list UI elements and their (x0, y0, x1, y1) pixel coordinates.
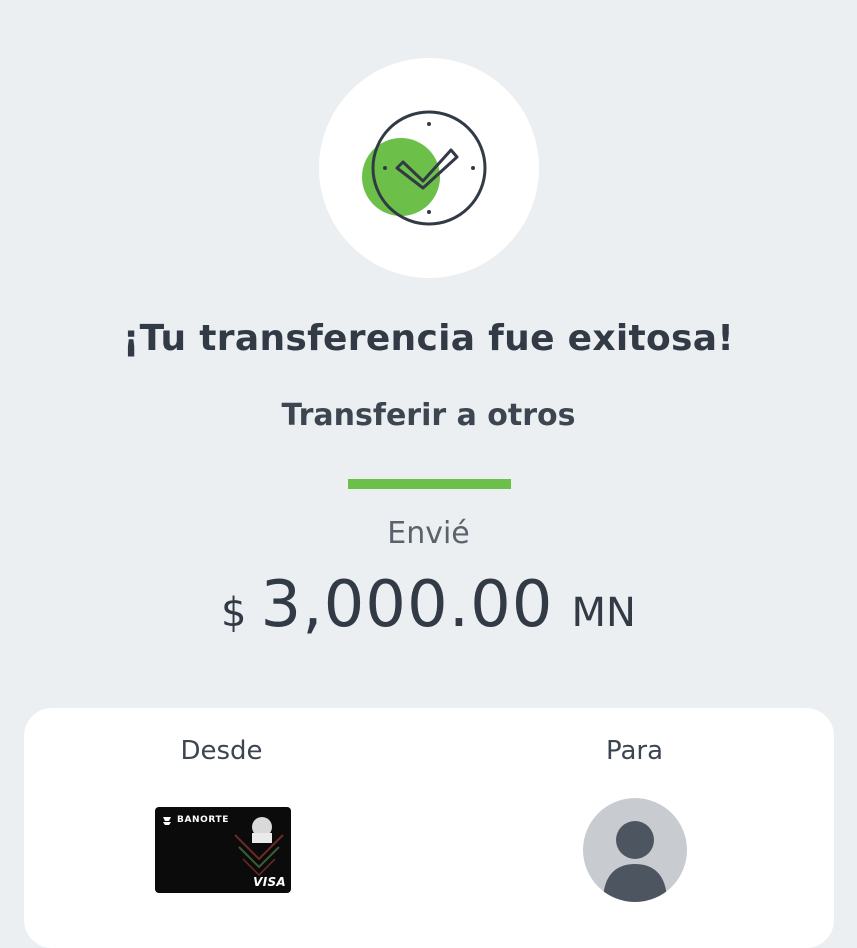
amount-display: $3,000.00 MN (0, 568, 857, 642)
amount-value: 3,000.00 (260, 568, 554, 642)
card-network-logo: VISA (253, 875, 286, 889)
accent-divider (348, 479, 511, 489)
source-bank-card: BANORTE VISA (155, 807, 291, 893)
user-avatar-icon (603, 821, 667, 902)
recipient-avatar (583, 798, 687, 902)
from-label: Desde (180, 736, 263, 766)
transfer-details-panel: Desde Para BANORTE VISA (24, 708, 834, 948)
currency-sign: $ (221, 590, 247, 636)
currency-code: MN (571, 590, 636, 636)
success-icon-circle (319, 58, 539, 278)
to-label: Para (605, 736, 664, 766)
transfer-type-subtitle: Transferir a otros (281, 398, 576, 433)
sent-label: Envié (387, 516, 470, 551)
clock-check-icon (362, 110, 487, 226)
success-title: ¡Tu transferencia fue exitosa! (122, 318, 735, 359)
bank-name: BANORTE (177, 815, 230, 825)
